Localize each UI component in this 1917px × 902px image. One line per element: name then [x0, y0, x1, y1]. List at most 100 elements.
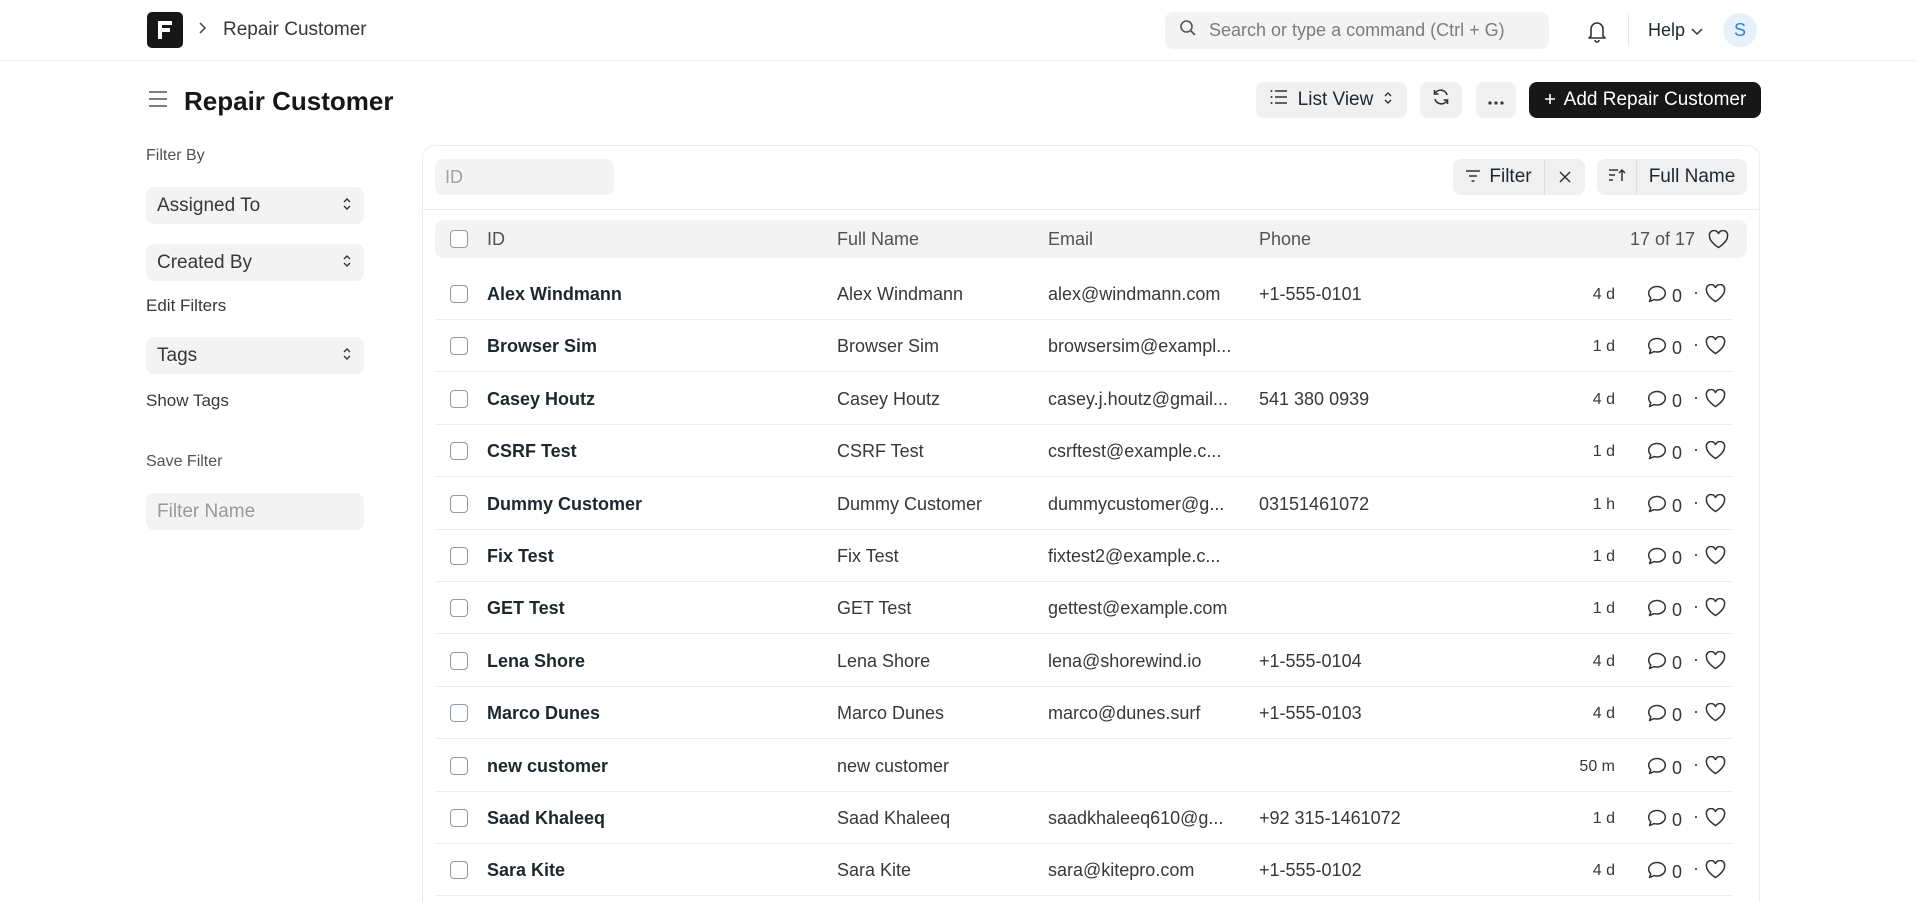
id-filter-input[interactable]: ID	[435, 159, 614, 195]
row-comment-count[interactable]: 0	[1647, 337, 1682, 360]
filter-name-input[interactable]: Filter Name	[146, 493, 364, 530]
row-comment-count[interactable]: 0	[1647, 599, 1682, 622]
more-actions-button[interactable]	[1476, 82, 1516, 118]
refresh-icon	[1431, 87, 1451, 113]
row-comment-count[interactable]: 0	[1647, 704, 1682, 727]
row-checkbox[interactable]	[450, 861, 468, 880]
separator-dot: ·	[1693, 753, 1699, 774]
column-header-id[interactable]: ID	[487, 229, 505, 250]
row-checkbox[interactable]	[450, 704, 468, 723]
table-row[interactable]: Browser Sim Browser Sim browsersim@exampl.…	[435, 320, 1733, 373]
heart-icon[interactable]	[1705, 440, 1726, 465]
row-id-link[interactable]: Fix Test	[487, 546, 554, 567]
assigned-to-label: Assigned To	[157, 194, 261, 216]
add-repair-customer-button[interactable]: Add Repair Customer	[1529, 82, 1761, 118]
table-row[interactable]: Alex Windmann Alex Windmann alex@windmann.…	[435, 268, 1733, 320]
row-email: casey.j.houtz@gmail...	[1048, 388, 1229, 409]
filter-button[interactable]: Filter	[1453, 159, 1545, 195]
heart-icon[interactable]	[1705, 388, 1726, 413]
row-comment-count[interactable]: 0	[1647, 757, 1682, 780]
row-comment-count[interactable]: 0	[1647, 861, 1682, 884]
row-modified: 4 d	[1592, 862, 1615, 880]
row-id-link[interactable]: Alex Windmann	[487, 284, 622, 305]
heart-icon[interactable]	[1705, 807, 1726, 832]
row-id-link[interactable]: CSRF Test	[487, 441, 577, 462]
heart-icon[interactable]	[1705, 702, 1726, 727]
row-checkbox[interactable]	[450, 337, 468, 356]
sort-direction-button[interactable]	[1597, 159, 1637, 195]
table-row[interactable]: GET Test GET Test gettest@example.com 1 d 0 ·	[435, 582, 1733, 635]
table-row[interactable]: Marco Dunes Marco Dunes marco@dunes.surf +1…	[435, 687, 1733, 740]
app-logo-icon[interactable]	[147, 12, 183, 48]
row-full-name: Sara Kite	[837, 860, 912, 881]
list-view-switcher[interactable]: List View	[1256, 82, 1407, 118]
comment-icon	[1647, 704, 1667, 727]
row-checkbox[interactable]	[450, 442, 468, 461]
table-row[interactable]: Fix Test Fix Test fixtest2@example.c... 1 d…	[435, 530, 1733, 582]
avatar[interactable]: S	[1723, 13, 1757, 47]
table-row[interactable]: CSRF Test CSRF Test csrftest@example.c... 1…	[435, 425, 1733, 478]
heart-icon[interactable]	[1705, 860, 1726, 884]
table-row[interactable]: Lena Shore Lena Shore lena@shorewind.io +1-…	[435, 635, 1733, 687]
search-input[interactable]: Search or type a command (Ctrl + G)	[1209, 20, 1505, 41]
edit-filters-link[interactable]: Edit Filters	[146, 296, 226, 316]
row-id-link[interactable]: Sara Kite	[487, 860, 565, 881]
row-checkbox[interactable]	[450, 651, 468, 670]
clear-filter-button[interactable]	[1545, 159, 1585, 195]
row-id-link[interactable]: Saad Khaleeq	[487, 808, 605, 829]
row-comment-count[interactable]: 0	[1647, 652, 1682, 675]
row-comment-count[interactable]: 0	[1647, 285, 1682, 308]
column-header-full-name[interactable]: Full Name	[837, 229, 919, 250]
show-tags-link[interactable]: Show Tags	[146, 391, 229, 411]
table-row[interactable]: Saad Khaleeq Saad Khaleeq saadkhaleeq610@g…	[435, 792, 1733, 844]
row-checkbox[interactable]	[450, 547, 468, 565]
row-phone: +1-555-0104	[1259, 650, 1362, 671]
refresh-button[interactable]	[1420, 82, 1462, 118]
comment-count: 0	[1672, 338, 1683, 359]
column-header-phone[interactable]: Phone	[1259, 229, 1311, 250]
column-header-email[interactable]: Email	[1048, 229, 1093, 250]
heart-icon[interactable]	[1705, 598, 1726, 622]
row-comment-count[interactable]: 0	[1647, 809, 1682, 832]
bell-icon[interactable]	[1586, 19, 1608, 48]
row-checkbox[interactable]	[450, 494, 468, 513]
tags-select[interactable]: Tags	[146, 337, 364, 374]
heart-icon[interactable]	[1705, 336, 1726, 360]
row-id-link[interactable]: new customer	[487, 756, 608, 777]
row-comment-count[interactable]: 0	[1647, 495, 1682, 518]
row-comment-count[interactable]: 0	[1647, 390, 1682, 413]
heart-icon[interactable]	[1705, 650, 1726, 675]
row-checkbox[interactable]	[450, 389, 468, 408]
row-checkbox[interactable]	[450, 756, 468, 775]
row-id-link[interactable]: GET Test	[487, 598, 565, 619]
row-id-link[interactable]: Lena Shore	[487, 651, 585, 672]
row-checkbox[interactable]	[450, 285, 468, 303]
assigned-to-select[interactable]: Assigned To	[146, 187, 364, 224]
row-checkbox[interactable]	[450, 809, 468, 827]
sort-field-selector[interactable]: Full Name	[1637, 166, 1747, 188]
row-comment-count[interactable]: 0	[1647, 547, 1682, 570]
help-dropdown[interactable]: Help	[1648, 20, 1703, 41]
heart-icon[interactable]	[1705, 283, 1726, 308]
table-row[interactable]: new customer new customer 50 m 0 ·	[435, 740, 1733, 792]
heart-icon[interactable]	[1705, 755, 1726, 780]
row-comment-count[interactable]: 0	[1647, 442, 1682, 465]
toolbar-divider	[423, 209, 1759, 210]
heart-icon[interactable]	[1705, 493, 1726, 518]
heart-icon[interactable]	[1708, 229, 1729, 254]
heart-icon[interactable]	[1705, 545, 1726, 570]
row-checkbox[interactable]	[450, 599, 468, 618]
search-bar[interactable]: Search or type a command (Ctrl + G)	[1165, 12, 1549, 49]
row-id-link[interactable]: Browser Sim	[487, 336, 597, 357]
select-all-checkbox[interactable]	[450, 230, 468, 248]
hamburger-icon[interactable]	[148, 89, 168, 114]
breadcrumb-repair-customer[interactable]: Repair Customer	[223, 19, 367, 41]
row-phone: +1-555-0103	[1259, 703, 1362, 724]
table-row[interactable]: Sara Kite Sara Kite sara@kitepro.com +1-555…	[435, 844, 1733, 897]
table-row[interactable]: Dummy Customer Dummy Customer dummycustome…	[435, 478, 1733, 530]
created-by-select[interactable]: Created By	[146, 244, 364, 281]
row-id-link[interactable]: Casey Houtz	[487, 389, 595, 410]
row-id-link[interactable]: Dummy Customer	[487, 494, 642, 515]
table-row[interactable]: Casey Houtz Casey Houtz casey.j.houtz@gmai…	[435, 373, 1733, 425]
row-id-link[interactable]: Marco Dunes	[487, 703, 600, 724]
